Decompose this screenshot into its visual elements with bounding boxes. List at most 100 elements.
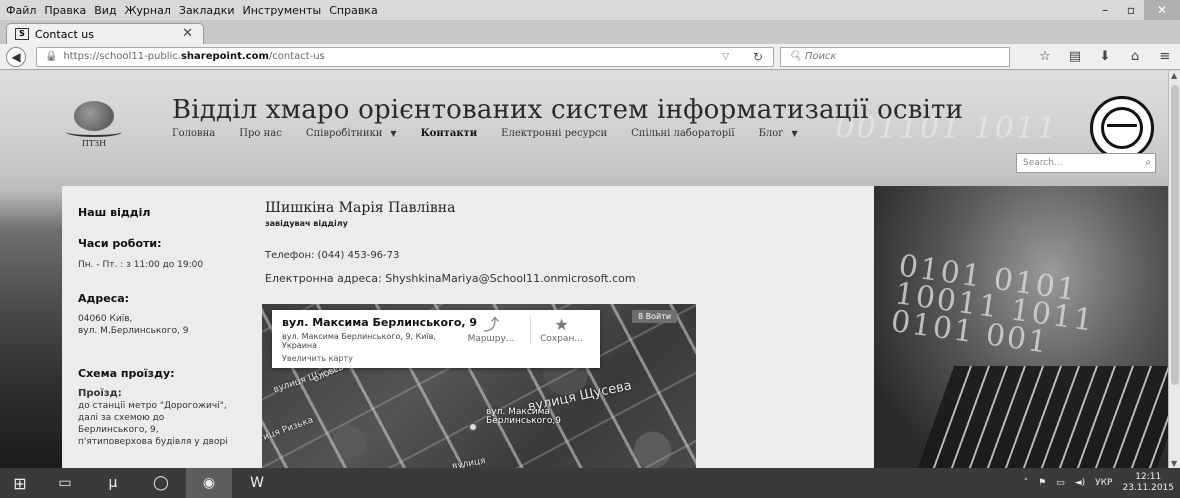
home-icon[interactable]: ⌂ — [1120, 47, 1150, 67]
map-login-label: Войти — [645, 312, 672, 321]
nav-blog[interactable]: Блог ▼ — [759, 128, 798, 139]
directions-icon: ⤴ — [482, 315, 499, 334]
department-heading: Наш відділ — [78, 206, 151, 219]
decorative-keyboard-image: 0101 0101 10011 1011 0101 001 — [874, 186, 1168, 468]
hours-text: Пн. - Пт. : з 11:00 до 19:00 — [78, 260, 204, 270]
tab-close-icon[interactable]: ✕ — [182, 26, 193, 41]
map-login-button[interactable]: 8 Войти — [632, 310, 678, 323]
chevron-down-icon: ▼ — [791, 129, 798, 138]
url-dropdown-icon[interactable]: ▽ — [722, 48, 729, 66]
person-name: Шишкіна Марія Павлівна — [265, 200, 456, 216]
window-controls: – ▫ ✕ — [1092, 0, 1180, 20]
institute-logo[interactable]: ПТЗН — [66, 101, 122, 153]
browser-search-input[interactable]: 🔍︎ Поиск — [780, 47, 1010, 67]
maximize-button[interactable]: ▫ — [1118, 0, 1144, 20]
navigation-bar: ◀ 🔒 https://school11-public.sharepoint.co… — [0, 44, 1180, 70]
site-search-input[interactable]: Search... ⌕ — [1016, 153, 1156, 173]
star-icon: ★ — [554, 315, 569, 334]
map-pin-label: вул. Максима Берлинського,9 — [486, 407, 561, 426]
network-icon[interactable]: ▭ — [1056, 478, 1065, 488]
address-block: Адреса: 04060 Київ, вул. М.Берлинського,… — [78, 292, 189, 337]
menu-tools[interactable]: Инструменты — [239, 4, 326, 17]
menu-file[interactable]: Файл — [0, 4, 40, 17]
email-text[interactable]: Електронна адреса: ShyshkinaMariya@Schoo… — [265, 272, 636, 285]
url-bar[interactable]: 🔒 https://school11-public.sharepoint.com/… — [36, 47, 774, 67]
nav-staff[interactable]: Співробітники ▼ — [306, 128, 397, 139]
utorrent-icon[interactable]: µ — [90, 468, 136, 498]
emblem-ring-icon — [1101, 107, 1143, 149]
contact-person: Шишкіна Марія Павлівна завідувач відділу… — [265, 200, 636, 285]
scroll-down-icon[interactable]: ▼ — [1171, 459, 1177, 468]
site-title: Відділ хмаро орієнтованих систем інформа… — [172, 95, 964, 125]
nav-e-resources[interactable]: Електронні ресурси — [501, 128, 607, 139]
scrollbar-thumb[interactable] — [1171, 85, 1179, 385]
route-line-4: п'ятиповерхова будівля у дворі — [78, 437, 228, 447]
hours-heading: Часи роботи: — [78, 237, 162, 250]
emblem-logo — [1090, 96, 1154, 160]
clock[interactable]: 12:11 23.11.2015 — [1122, 472, 1174, 494]
nav-contacts[interactable]: Контакти — [421, 128, 478, 139]
enlarge-map-link[interactable]: Увеличить карту — [282, 354, 353, 363]
phone-text: Телефон: (044) 453-96-73 — [265, 250, 400, 261]
flag-icon[interactable]: ⚑ — [1038, 478, 1046, 488]
keyboard-keys-decoration — [913, 366, 1168, 468]
directions-button[interactable]: ⤴ Маршру... — [460, 315, 522, 345]
google-plus-icon: 8 — [638, 312, 646, 321]
route-line-3: Берлинського, 9, — [78, 425, 159, 435]
address-line-1: 04060 Київ, — [78, 314, 133, 324]
page-viewport: 001101 1011 ПТЗН Відділ хмаро орієнтован… — [0, 71, 1180, 468]
minimize-button[interactable]: – — [1092, 0, 1118, 20]
system-tray: ˄ ⚑ ▭ ◄) УКР 12:11 23.11.2015 — [1024, 468, 1174, 498]
address-heading: Адреса: — [78, 292, 130, 305]
menu-edit[interactable]: Правка — [40, 4, 90, 17]
windows-start-icon[interactable]: ⊞ — [0, 468, 40, 498]
site-navigation: Головна Про нас Співробітники ▼ Контакти … — [172, 128, 822, 139]
sharepoint-favicon-icon: S — [15, 28, 29, 40]
reload-icon[interactable]: ↻ — [753, 48, 763, 66]
tab-title: Contact us — [35, 27, 94, 41]
file-explorer-icon[interactable]: ▭ — [42, 468, 88, 498]
search-icon[interactable]: ⌕ — [1145, 154, 1151, 172]
hamburger-menu-icon[interactable]: ≡ — [1150, 47, 1180, 67]
scroll-up-icon[interactable]: ▲ — [1171, 71, 1177, 80]
close-window-button[interactable]: ✕ — [1144, 0, 1180, 20]
menu-history[interactable]: Журнал — [121, 4, 175, 17]
nav-about[interactable]: Про нас — [239, 128, 282, 139]
place-title: вул. Максима Берлинського, 9 — [282, 316, 478, 329]
tray-chevron-icon[interactable]: ˄ — [1024, 478, 1029, 488]
downloads-icon[interactable]: ⬇ — [1090, 47, 1120, 67]
bookmark-star-icon[interactable]: ☆ — [1030, 47, 1060, 67]
nav-blog-label: Блог — [758, 128, 784, 139]
firefox-icon[interactable]: ◉ — [186, 468, 232, 498]
page-scrollbar[interactable]: ▲ ▼ — [1168, 71, 1180, 468]
menu-bar: Файл Правка Вид Журнал Закладки Инструме… — [0, 0, 1180, 20]
clock-time: 12:11 — [1135, 472, 1162, 482]
map-street-label: вулиця — [451, 456, 487, 468]
route-block: Схема проїзду: Проїзд: до станції метро … — [78, 367, 228, 448]
google-map[interactable]: вулиця Щусева вулиця Щусева оловська иця… — [262, 304, 696, 468]
tab-strip: S Contact us ✕ + — [0, 20, 1180, 61]
save-place-button[interactable]: ★ Сохран... — [530, 316, 592, 344]
site-header: 001101 1011 ПТЗН Відділ хмаро орієнтован… — [0, 71, 1168, 181]
contact-panel: Наш відділ Часи роботи: Пн. - Пт. : з 11… — [62, 186, 874, 468]
nav-joint-labs[interactable]: Спільні лабораторії — [631, 128, 734, 139]
binary-digits-decoration: 0101 0101 10011 1011 0101 001 — [888, 248, 1097, 361]
nav-home[interactable]: Головна — [172, 128, 215, 139]
opera-icon[interactable]: ◯ — [138, 468, 184, 498]
logo-label: ПТЗН — [81, 139, 107, 148]
map-pin-icon[interactable] — [468, 422, 478, 432]
back-button[interactable]: ◀ — [6, 47, 26, 67]
menu-bookmarks[interactable]: Закладки — [175, 4, 239, 17]
menu-view[interactable]: Вид — [90, 4, 120, 17]
word-icon[interactable]: W — [234, 468, 280, 498]
toolbar-icons: ☆ ▤ ⬇ ⌂ ≡ — [1030, 47, 1180, 67]
reading-list-icon[interactable]: ▤ — [1060, 47, 1090, 67]
tab-contact-us[interactable]: S Contact us ✕ — [6, 23, 204, 44]
menu-help[interactable]: Справка — [325, 4, 381, 17]
url-path: /contact-us — [268, 51, 325, 62]
language-indicator[interactable]: УКР — [1095, 478, 1112, 488]
volume-icon[interactable]: ◄) — [1075, 478, 1085, 488]
hours-block: Часи роботи: Пн. - Пт. : з 11:00 до 19:0… — [78, 237, 203, 271]
route-line-2: далі за схемою до — [78, 413, 165, 423]
map-place-card: вул. Максима Берлинського, 9 вул. Максим… — [272, 310, 600, 368]
